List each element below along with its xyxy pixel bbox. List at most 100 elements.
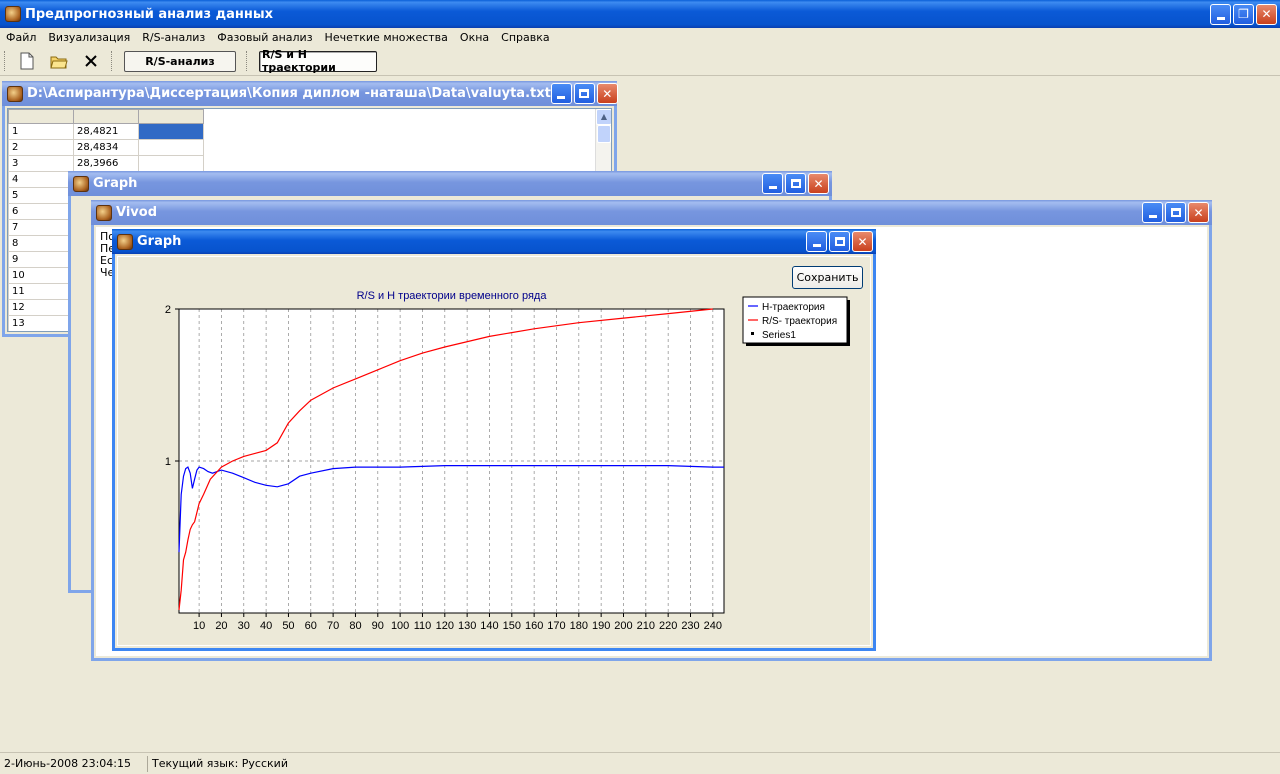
- status-language: Текущий язык: Русский: [152, 757, 288, 770]
- minimize-icon: [812, 244, 821, 247]
- maximize-icon: [834, 237, 845, 246]
- x-tick-label: 150: [503, 620, 521, 632]
- x-tick-label: 30: [238, 620, 250, 632]
- chart-title: R/S и H траектории временного ряда: [357, 290, 548, 302]
- minimize-icon: [1148, 215, 1157, 218]
- legend-label: H-траектория: [762, 302, 825, 313]
- row-header: 4: [8, 171, 74, 188]
- graph-back-titlebar[interactable]: Graph ✕: [68, 171, 832, 196]
- grid-header[interactable]: [73, 109, 139, 124]
- minimize-button[interactable]: [806, 231, 827, 252]
- open-folder-icon[interactable]: [48, 50, 70, 72]
- x-tick-label: 20: [215, 620, 227, 632]
- grid-header[interactable]: [138, 109, 204, 124]
- close-button[interactable]: ✕: [1256, 3, 1277, 25]
- x-tick-label: 10: [193, 620, 205, 632]
- row-header: 5: [8, 187, 74, 204]
- maximize-button[interactable]: [785, 173, 806, 194]
- maximize-icon: [579, 89, 590, 98]
- maximize-button[interactable]: [1165, 202, 1186, 223]
- close-icon: ✕: [1193, 205, 1204, 220]
- row-header: 11: [8, 283, 74, 300]
- close-button[interactable]: ✕: [596, 83, 618, 104]
- close-button[interactable]: ✕: [1188, 202, 1209, 223]
- statusbar: 2-Июнь-2008 23:04:15 Текущий язык: Русск…: [0, 752, 1280, 774]
- status-datetime: 2-Июнь-2008 23:04:15: [0, 755, 148, 772]
- x-tick-label: 130: [458, 620, 476, 632]
- close-button[interactable]: ✕: [808, 173, 829, 194]
- toolbar-grip[interactable]: [246, 51, 249, 71]
- mdi-area: D:\Аспирантура\Диссертация\Копия диплом …: [0, 77, 1280, 749]
- delete-icon[interactable]: [80, 50, 102, 72]
- minimize-icon: [768, 186, 777, 189]
- x-tick-label: 140: [480, 620, 498, 632]
- row-header: 7: [8, 219, 74, 236]
- legend-swatch: [751, 332, 754, 335]
- scroll-thumb[interactable]: [597, 125, 611, 143]
- row-header: 6: [8, 203, 74, 220]
- close-button[interactable]: ✕: [852, 231, 873, 252]
- maximize-button[interactable]: [573, 83, 595, 104]
- row-header: 10: [8, 267, 74, 284]
- close-icon: ✕: [857, 234, 868, 249]
- app-icon: [5, 6, 21, 22]
- row-header: 3: [8, 155, 74, 172]
- x-tick-label: 80: [349, 620, 361, 632]
- menu-visualization[interactable]: Визуализация: [42, 31, 136, 44]
- maximize-button[interactable]: [829, 231, 850, 252]
- menu-windows[interactable]: Окна: [454, 31, 495, 44]
- minimize-button[interactable]: [550, 83, 572, 104]
- x-tick-label: 240: [704, 620, 722, 632]
- app-titlebar[interactable]: Предпрогнозный анализ данных ❐ ✕: [0, 0, 1280, 28]
- chart-panel: Сохранить 10 20 30 40 50 60 70 80 90 100 110 120 130…: [117, 256, 871, 646]
- minimize-button[interactable]: [1142, 202, 1163, 223]
- x-tick-label: 50: [282, 620, 294, 632]
- vivod-titlebar[interactable]: Vivod ✕: [91, 200, 1212, 225]
- toolbar-grip[interactable]: [111, 51, 114, 71]
- x-tick-label: 190: [592, 620, 610, 632]
- data-window-title: D:\Аспирантура\Диссертация\Копия диплом …: [27, 86, 551, 101]
- x-tick-label: 170: [547, 620, 565, 632]
- menu-help[interactable]: Справка: [495, 31, 555, 44]
- grid-cell[interactable]: [138, 155, 204, 172]
- x-tick-label: 230: [681, 620, 699, 632]
- menu-phase-analysis[interactable]: Фазовый анализ: [211, 31, 318, 44]
- close-icon: ✕: [602, 86, 613, 101]
- graph-title: Graph: [137, 234, 182, 249]
- row-header: 9: [8, 251, 74, 268]
- restore-icon: ❐: [1238, 7, 1249, 21]
- grid-cell[interactable]: [138, 139, 204, 156]
- rs-h-trajectories-button[interactable]: R/S и H траектории: [259, 48, 377, 74]
- legend-label: Series1: [762, 330, 796, 341]
- toolbar-grip[interactable]: [4, 51, 7, 71]
- graph-window: Graph ✕ Сохранить 10 20 30 40 50 60 70 80 90 100 1…: [112, 229, 876, 651]
- maximize-icon: [1170, 208, 1181, 217]
- x-tick-label: 220: [659, 620, 677, 632]
- graph-back-title: Graph: [93, 176, 138, 191]
- rs-analysis-button[interactable]: R/S-анализ: [124, 50, 236, 72]
- toolbar: R/S-анализ R/S и H траектории: [0, 47, 1280, 76]
- x-tick-label: 180: [570, 620, 588, 632]
- close-icon: ✕: [1261, 7, 1272, 21]
- menu-fuzzy-sets[interactable]: Нечеткие множества: [319, 31, 454, 44]
- grid-cell[interactable]: 28,3966: [73, 155, 139, 172]
- data-window-titlebar[interactable]: D:\Аспирантура\Диссертация\Копия диплом …: [2, 81, 618, 106]
- x-tick-label: 200: [614, 620, 632, 632]
- app-title: Предпрогнозный анализ данных: [25, 6, 273, 22]
- restore-button[interactable]: ❐: [1233, 3, 1254, 25]
- minimize-button[interactable]: [1210, 3, 1231, 25]
- scroll-up-icon[interactable]: ▲: [596, 109, 611, 125]
- menu-file[interactable]: Файл: [0, 31, 42, 44]
- grid-cell-selected[interactable]: [138, 123, 204, 140]
- grid-cell[interactable]: 28,4821: [73, 123, 139, 140]
- minimize-button[interactable]: [762, 173, 783, 194]
- menubar: Файл Визуализация R/S-анализ Фазовый ана…: [0, 28, 1280, 47]
- new-file-icon[interactable]: [16, 50, 38, 72]
- y-tick-label: 2: [165, 304, 171, 316]
- row-header: 8: [8, 235, 74, 252]
- menu-rs-analysis[interactable]: R/S-анализ: [136, 31, 211, 44]
- row-header: 2: [8, 139, 74, 156]
- grid-cell[interactable]: 28,4834: [73, 139, 139, 156]
- graph-titlebar[interactable]: Graph ✕: [112, 229, 876, 254]
- vivod-title: Vivod: [116, 205, 157, 220]
